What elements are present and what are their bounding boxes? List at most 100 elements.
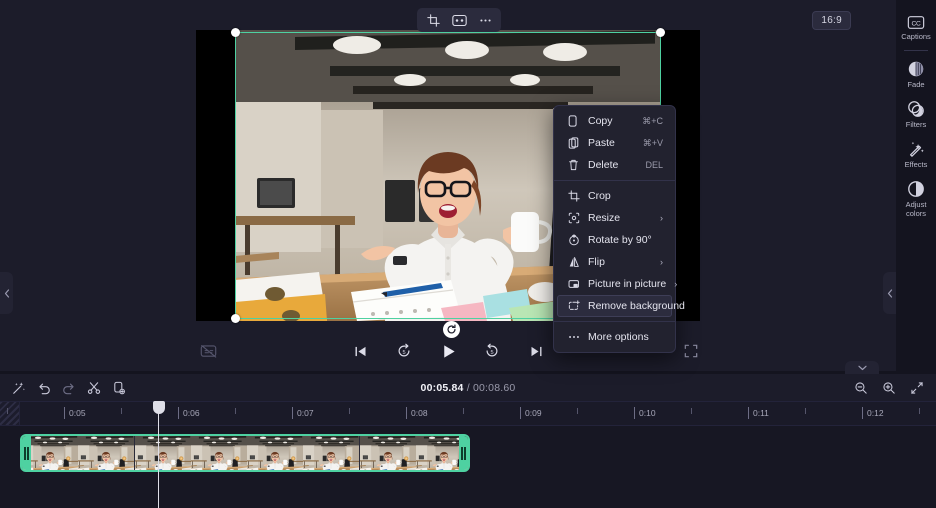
- context-menu-label: Delete: [588, 159, 637, 171]
- fit-to-screen-icon: [910, 381, 924, 395]
- context-menu-shortcut: ⌘+V: [643, 138, 663, 149]
- clip-thumbnail: [78, 436, 134, 470]
- clip-thumbnail: [303, 436, 359, 470]
- rotate-handle[interactable]: [443, 321, 460, 338]
- clip-thumbnail-image: [303, 436, 359, 470]
- undo-icon: [37, 381, 51, 395]
- current-time: 00:05.84: [421, 382, 464, 394]
- skip-to-start-button[interactable]: [347, 338, 373, 364]
- ruler-tick-major: [292, 407, 293, 419]
- ruler-tick-label: 0:09: [525, 408, 542, 418]
- context-menu-item-flip[interactable]: Flip ›: [557, 251, 672, 273]
- context-menu-item-paste[interactable]: Paste ⌘+V: [557, 132, 672, 154]
- clip-thumbnail: [135, 436, 191, 470]
- undo-button[interactable]: [33, 378, 55, 398]
- zoom-in-button[interactable]: [878, 378, 900, 398]
- clip-trim-handle-right[interactable]: [459, 436, 468, 470]
- ruler-tick-major: [862, 407, 863, 419]
- svg-text:5: 5: [402, 350, 405, 356]
- context-menu-item-crop[interactable]: Crop: [557, 185, 672, 207]
- svg-text:CC: CC: [912, 20, 921, 27]
- crop-button[interactable]: [421, 10, 445, 30]
- crop-icon: [427, 14, 440, 27]
- forward-5s-icon: 5: [484, 343, 500, 359]
- copy-icon: [567, 115, 580, 127]
- playhead[interactable]: [158, 402, 159, 508]
- ruler-tick-major: [748, 407, 749, 419]
- collapse-right-panel-button[interactable]: [883, 272, 896, 314]
- clip-thumbnail-image: [247, 436, 303, 470]
- ruler-tick-minor: [235, 408, 236, 414]
- context-menu-item-more-options[interactable]: More options: [557, 326, 672, 348]
- context-menu-item-rotate-by-90[interactable]: Rotate by 90°: [557, 229, 672, 251]
- duplicate-button[interactable]: [108, 378, 130, 398]
- fullscreen-button[interactable]: [680, 340, 702, 362]
- rotate-icon: [567, 234, 580, 246]
- remove-background-icon: [567, 300, 580, 312]
- context-menu-label: Copy: [588, 115, 634, 127]
- sidebar-item-adjust-colors[interactable]: Adjust colors: [896, 175, 936, 224]
- sidebar-item-fade[interactable]: Fade: [896, 55, 936, 95]
- context-menu-item-picture-in-picture[interactable]: Picture in picture ›: [557, 273, 672, 295]
- forward-5s-button[interactable]: 5: [479, 338, 505, 364]
- video-clip[interactable]: [20, 434, 470, 472]
- skip-to-end-button[interactable]: [523, 338, 549, 364]
- playhead-knob[interactable]: [153, 401, 165, 414]
- ruler-tick-label: 0:08: [411, 408, 428, 418]
- sidebar-item-label: Filters: [906, 120, 926, 129]
- collapse-timeline-button[interactable]: [845, 361, 879, 375]
- preview-more-options-button[interactable]: [473, 10, 497, 30]
- chevron-right-icon: ›: [660, 257, 663, 267]
- clip-thumbnails: [22, 436, 468, 470]
- clip-thumbnail: [360, 436, 416, 470]
- picture-in-picture-button[interactable]: [447, 10, 471, 30]
- context-menu-item-copy[interactable]: Copy ⌘+C: [557, 110, 672, 132]
- magic-wand-button[interactable]: [8, 378, 30, 398]
- zoom-out-icon: [854, 381, 868, 395]
- trash-icon: [567, 159, 580, 171]
- total-time: 00:08.60: [473, 382, 515, 394]
- aspect-ratio-badge[interactable]: 16:9: [812, 11, 851, 30]
- time-separator: /: [464, 382, 473, 394]
- context-menu-item-delete[interactable]: Delete DEL: [557, 154, 672, 176]
- split-button[interactable]: [83, 378, 105, 398]
- redo-button[interactable]: [58, 378, 80, 398]
- split-icon: [87, 381, 101, 395]
- crop-icon: [567, 190, 580, 202]
- player-controls: 5 5: [0, 336, 896, 366]
- context-menu-separator: [554, 321, 675, 322]
- zoom-out-button[interactable]: [850, 378, 872, 398]
- collapse-left-panel-button[interactable]: [0, 272, 13, 314]
- effects-icon: [907, 140, 925, 158]
- captions-icon: CC: [907, 15, 925, 30]
- ruler-tick-label: 0:07: [297, 408, 314, 418]
- ruler-tick-minor: [805, 408, 806, 414]
- fit-to-screen-button[interactable]: [906, 378, 928, 398]
- ruler-tick-major: [406, 407, 407, 419]
- sidebar-item-filters[interactable]: Filters: [896, 95, 936, 135]
- sidebar-item-label: Effects: [905, 160, 928, 169]
- play-icon: [440, 343, 457, 360]
- timeline-ruler[interactable]: 0:050:060:070:080:090:100:110:12: [0, 402, 936, 426]
- rewind-5s-button[interactable]: 5: [391, 338, 417, 364]
- play-button[interactable]: [435, 338, 461, 364]
- timeline-track-area[interactable]: [0, 426, 936, 508]
- timecode-display: 00:05.84 / 00:08.60: [0, 382, 936, 394]
- chevron-left-icon: [887, 289, 893, 298]
- context-menu-label: Remove background: [588, 300, 685, 312]
- ruler-tick-minor: [121, 408, 122, 414]
- chevron-down-icon: [858, 365, 867, 371]
- context-menu-item-resize[interactable]: Resize ›: [557, 207, 672, 229]
- clip-trim-handle-left[interactable]: [22, 436, 31, 470]
- sidebar-item-effects[interactable]: Effects: [896, 135, 936, 175]
- context-menu-label: Flip: [588, 256, 652, 268]
- sidebar-item-label: Adjust colors: [896, 200, 936, 218]
- context-menu: Copy ⌘+C Paste ⌘+V Delete DEL: [553, 105, 676, 353]
- picture-in-picture-icon: [452, 14, 467, 27]
- context-menu-item-remove-background[interactable]: Remove background: [557, 295, 672, 317]
- preview-float-toolbar: [417, 8, 501, 32]
- sidebar-item-captions[interactable]: CC Captions: [896, 10, 936, 47]
- timeline-toolbar: 00:05.84 / 00:08.60: [0, 374, 936, 402]
- context-menu-separator: [554, 180, 675, 181]
- grip-bars-icon: [461, 447, 466, 460]
